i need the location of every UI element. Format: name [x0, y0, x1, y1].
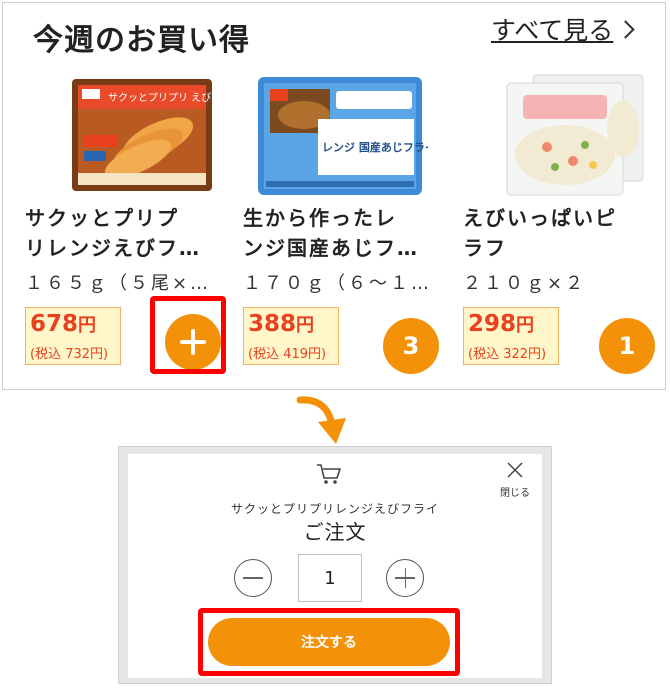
price-box: 678円 (税込 732円): [25, 307, 121, 365]
price-value: 678: [30, 311, 79, 337]
product-quantity: １６５ｇ（５尾×…: [25, 273, 212, 294]
dialog-title: ご注文: [303, 520, 367, 544]
weekly-deals-panel: 今週のお買い得 すべて見る サクッとプリプリ えびフライ サクッとプリプ リレン…: [2, 2, 666, 390]
price: 298円: [468, 311, 534, 337]
product-quantity: ２１０ｇ×２: [463, 273, 587, 294]
down-arrow-icon: [296, 396, 346, 444]
cart-quantity-button[interactable]: 3: [383, 318, 439, 374]
chevron-right-icon: [616, 20, 635, 39]
price-box: 298円 (税込 322円): [463, 307, 559, 365]
price-tax-included: (税込 732円): [30, 347, 109, 362]
price-yen: 円: [516, 315, 535, 336]
product-image-shrimp-pilaf[interactable]: [483, 69, 663, 199]
price-value: 388: [248, 311, 297, 337]
product-name[interactable]: 生から作ったレ ンジ国産あじフ…: [243, 203, 448, 263]
decrease-quantity-button[interactable]: [234, 559, 272, 597]
highlight-order-button: [198, 608, 460, 676]
product-image-shrimp-fry[interactable]: サクッとプリプリ えびフライ: [50, 69, 230, 199]
cart-quantity-button[interactable]: 1: [599, 318, 655, 374]
product-name[interactable]: えびいっぱいピ ラフ: [463, 203, 668, 263]
price-box: 388円 (税込 419円): [243, 307, 339, 365]
increase-quantity-button[interactable]: [386, 559, 424, 597]
price-yen: 円: [296, 315, 315, 336]
close-label: 閉じる: [500, 488, 530, 499]
price-value: 298: [468, 311, 517, 337]
price-yen: 円: [78, 315, 97, 336]
product-image-caption: レンジ 国産あじフライ: [322, 140, 428, 154]
close-icon: [507, 462, 523, 478]
cart-icon: [317, 464, 341, 484]
price-tax-included: (税込 322円): [468, 347, 547, 362]
close-button[interactable]: 閉じる: [498, 460, 532, 502]
price: 678円: [30, 311, 96, 337]
product-quantity: １７０ｇ（６～１…: [243, 273, 432, 294]
highlight-add-button: [150, 296, 226, 374]
product-image-caption: サクッとプリプリ えびフライ: [108, 92, 230, 104]
dialog-product-name: サクッとプリプリレンジえびフライ: [230, 502, 439, 516]
see-all-link[interactable]: すべて見る: [491, 11, 635, 47]
price: 388円: [248, 311, 314, 337]
quantity-input[interactable]: [298, 554, 362, 602]
product-image-horse-mackerel-fry[interactable]: レンジ 国産あじフライ: [248, 69, 428, 199]
section-title: 今週のお買い得: [33, 23, 250, 58]
see-all-label: すべて見る: [491, 16, 614, 45]
price-tax-included: (税込 419円): [248, 347, 327, 362]
product-name[interactable]: サクッとプリプ リレンジえびフ…: [25, 203, 230, 263]
